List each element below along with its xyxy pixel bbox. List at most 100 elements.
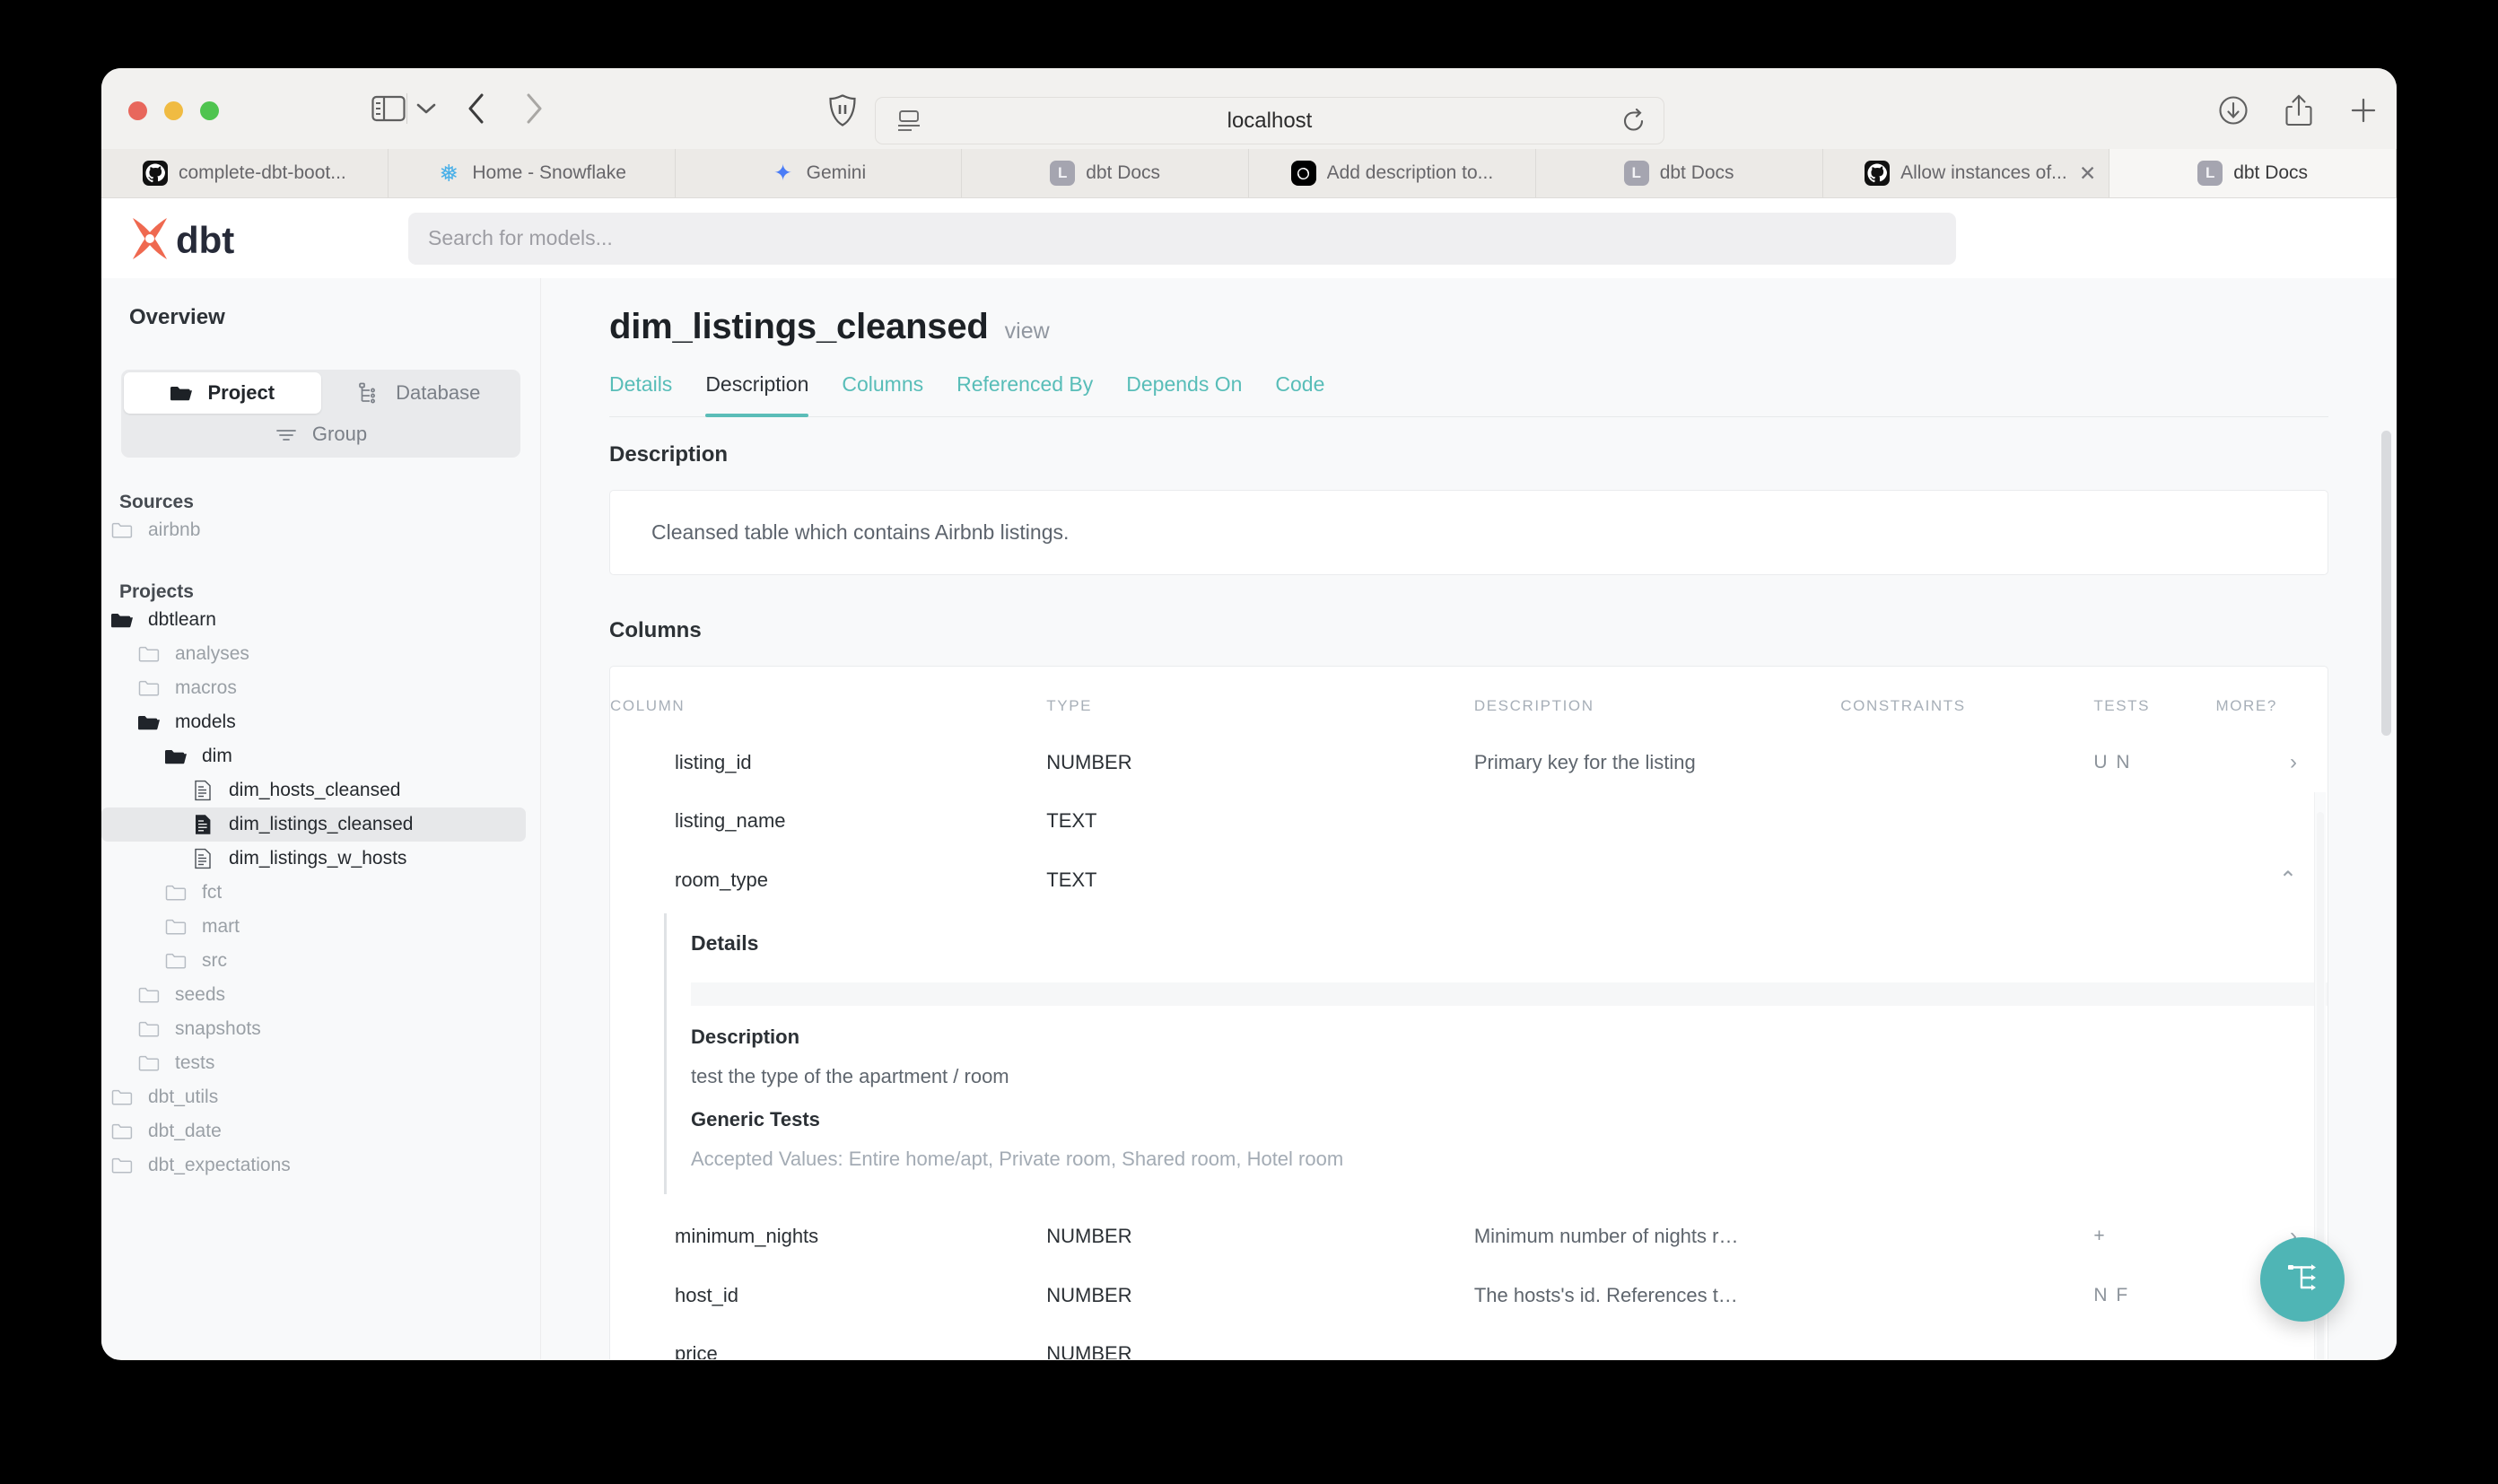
tab-description[interactable]: Description [705, 372, 808, 416]
table-row[interactable]: listing_nameTEXT [610, 792, 2328, 850]
sidebar-tree-item-dim[interactable]: dim [101, 739, 526, 773]
table-row[interactable]: listing_idNUMBERPrimary key for the list… [610, 733, 2328, 792]
address-bar[interactable]: localhost [875, 97, 1664, 144]
maximize-button[interactable] [200, 101, 219, 120]
new-tab-icon[interactable] [2348, 93, 2379, 127]
close-icon[interactable]: ✕ [2079, 161, 2096, 186]
table-row[interactable]: minimum_nightsNUMBERMinimum number of ni… [610, 1207, 2328, 1266]
sidebar-tree-item-dbtlearn[interactable]: dbtlearn [101, 603, 526, 637]
sidebar-tree-item-mart[interactable]: mart [101, 910, 526, 944]
tab-details[interactable]: Details [609, 372, 672, 416]
cell-more-toggle[interactable] [2215, 1325, 2328, 1359]
sidebar-tree-item-dim_listings_w_hosts[interactable]: dim_listings_w_hosts [101, 842, 526, 876]
details-description-value: test the type of the apartment / room [691, 1065, 2328, 1088]
sidebar-tree-item-dbt_expectations[interactable]: dbt_expectations [101, 1148, 526, 1183]
chevron-down-icon[interactable] [414, 95, 439, 122]
dbt-docs-page: dbt Search for models... Overview [101, 198, 2397, 1359]
close-button[interactable] [128, 101, 147, 120]
browser-tab-1[interactable]: complete-dbt-boot... [101, 149, 389, 197]
folder-closed-icon [135, 1052, 162, 1074]
cell-more-toggle[interactable]: ⌃ [2215, 850, 2328, 910]
switch-group-label: Group [312, 423, 367, 446]
reload-icon[interactable] [1622, 109, 1646, 134]
model-detail-tabs: Details Description Columns Referenced By De… [609, 372, 2328, 417]
cell-tests: + [2093, 1207, 2215, 1266]
sidebar-tree-item-label: dim [202, 746, 232, 767]
sidebar-tree-item-airbnb[interactable]: airbnb [101, 513, 526, 547]
browser-tab-5[interactable]: Add description to... [1249, 149, 1536, 197]
main-scrollbar[interactable] [2381, 278, 2391, 1359]
browser-tab-2[interactable]: ❅Home - Snowflake [389, 149, 676, 197]
browser-tab-8[interactable]: Ldbt Docs [2109, 149, 2397, 197]
sidebar-tree-item-dbt_date[interactable]: dbt_date [101, 1114, 526, 1148]
sidebar-tree-item-snapshots[interactable]: snapshots [101, 1012, 526, 1046]
browser-toolbar: localhost [101, 68, 2397, 149]
sidebar-tree-item-label: airbnb [148, 519, 200, 541]
share-icon[interactable] [2284, 93, 2314, 127]
tab-depends-on[interactable]: Depends On [1126, 372, 1242, 416]
cell-column: host_id [610, 1266, 1046, 1325]
sidebar-tree-item-analyses[interactable]: analyses [101, 637, 526, 671]
file-filled-icon [189, 814, 216, 835]
browser-tab-6[interactable]: Ldbt Docs [1536, 149, 1823, 197]
cell-tests [2093, 850, 2215, 910]
cell-more-toggle[interactable] [2215, 792, 2328, 850]
folder-closed-icon [109, 1155, 135, 1176]
cell-column: price [610, 1325, 1046, 1359]
filter-lines-icon [275, 423, 298, 445]
window-controls [128, 101, 219, 120]
lineage-graph-button[interactable] [2260, 1237, 2345, 1322]
tab-referenced-by[interactable]: Referenced By [956, 372, 1093, 416]
cell-column: listing_id [610, 733, 1046, 792]
folder-open-icon [109, 609, 135, 631]
cell-more-toggle[interactable]: › [2215, 733, 2328, 792]
sidebar-toggle-icon[interactable] [371, 92, 406, 126]
table-row[interactable]: room_typeTEXT⌃ [610, 850, 2328, 910]
sidebar-tree-item-src[interactable]: src [101, 944, 526, 978]
switch-database[interactable]: Database [321, 372, 519, 414]
column-header-tests: TESTS [2093, 667, 2215, 733]
sidebar-tree-item-fct[interactable]: fct [101, 876, 526, 910]
scrollbar-thumb[interactable] [2381, 431, 2391, 736]
sidebar-tree-item-dim_hosts_cleansed[interactable]: dim_hosts_cleansed [101, 773, 526, 807]
folder-closed-icon [162, 916, 189, 938]
sidebar-tree-item-tests[interactable]: tests [101, 1046, 526, 1080]
minimize-button[interactable] [164, 101, 183, 120]
browser-tab-4[interactable]: Ldbt Docs [962, 149, 1249, 197]
tab-columns[interactable]: Columns [842, 372, 923, 416]
switch-group[interactable]: Group [124, 414, 518, 455]
shield-icon[interactable] [826, 93, 859, 127]
sidebar-view-switch: Project Database [121, 370, 520, 458]
sidebar-overview-link[interactable]: Overview [129, 305, 540, 330]
folder-closed-icon [162, 882, 189, 903]
sidebar-tree-item-models[interactable]: models [101, 705, 526, 739]
sidebar-tree-item-dbt_utils[interactable]: dbt_utils [101, 1080, 526, 1114]
sources-heading: Sources [119, 492, 540, 513]
tab-strip: complete-dbt-boot...❅Home - Snowflake✦Ge… [101, 149, 2397, 198]
search-input[interactable]: Search for models... [408, 213, 1956, 265]
forward-arrow-icon[interactable] [518, 90, 550, 127]
browser-tab-7[interactable]: Allow instances of...✕ [1823, 149, 2110, 197]
cell-type: NUMBER [1046, 1207, 1474, 1266]
browser-tab-3[interactable]: ✦Gemini [676, 149, 963, 197]
back-arrow-icon[interactable] [460, 90, 493, 127]
column-header-more: MORE? [2215, 667, 2328, 733]
switch-database-label: Database [396, 381, 480, 405]
switch-project[interactable]: Project [124, 372, 321, 414]
sidebar-tree-item-dim_listings_cleansed[interactable]: dim_listings_cleansed [101, 807, 526, 842]
table-row[interactable]: host_idNUMBERThe hosts's id. References … [610, 1266, 2328, 1325]
details-description-label: Description [691, 1026, 2328, 1049]
tab-code[interactable]: Code [1275, 372, 1324, 416]
dbt-logo-icon[interactable]: dbt [127, 212, 260, 266]
sidebar-tree-item-label: fct [202, 882, 222, 903]
column-header-type: TYPE [1046, 667, 1474, 733]
sidebar-tree-item-macros[interactable]: macros [101, 671, 526, 705]
cell-constraints [1840, 733, 2093, 792]
sidebar-tree-item-label: macros [175, 677, 237, 699]
table-row[interactable]: priceNUMBER [610, 1325, 2328, 1359]
browser-tab-label: Gemini [807, 162, 867, 184]
sidebar-tree-item-seeds[interactable]: seeds [101, 978, 526, 1012]
download-icon[interactable] [2217, 93, 2249, 127]
projects-heading: Projects [119, 581, 540, 603]
sidebar-tree-item-label: snapshots [175, 1018, 261, 1040]
